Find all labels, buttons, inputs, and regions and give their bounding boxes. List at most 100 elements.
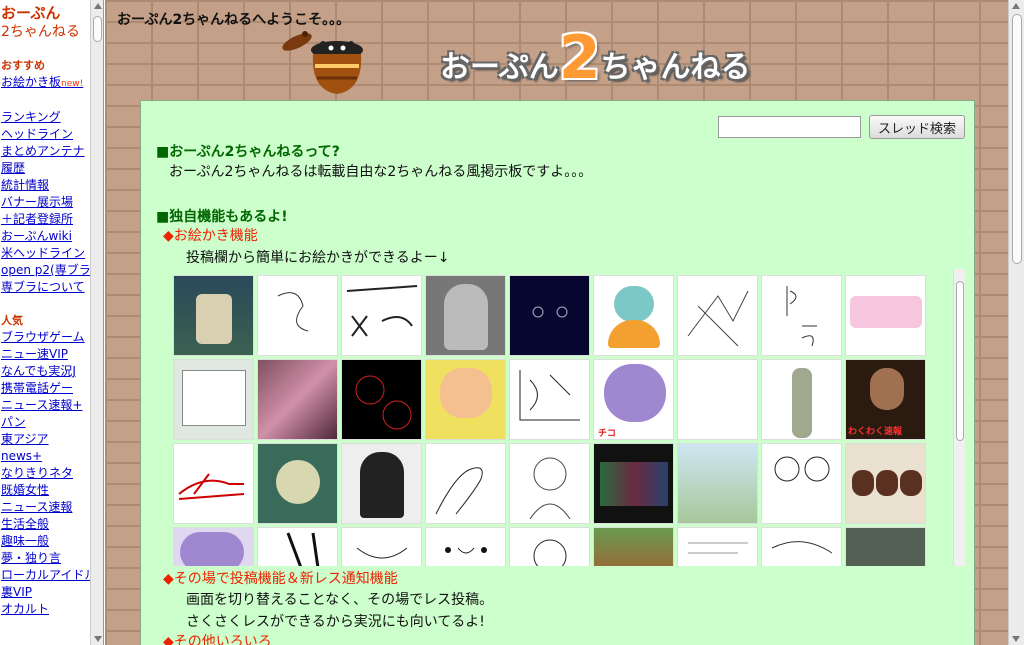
thumbnail[interactable] (677, 359, 758, 440)
thumbnail[interactable] (425, 527, 506, 566)
sidebar-item-east-asia[interactable]: 東アジア (0, 431, 103, 448)
thumbnail[interactable] (173, 527, 254, 566)
sidebar-item-newsplus[interactable]: ニュース速報+ (0, 397, 103, 414)
content-panel: スレッド検索 ■おーぷん2ちゃんねるって? おーぷん2ちゃんねるは転載自由な2ち… (140, 100, 975, 645)
thumbnail[interactable] (761, 443, 842, 524)
sidebar-item-oekaki[interactable]: お絵かき板new! (0, 74, 103, 93)
thumbnail[interactable] (593, 527, 674, 566)
thumbnail[interactable] (677, 527, 758, 566)
scrollbar-thumb[interactable] (1012, 14, 1022, 264)
section-about-body: おーぷん2ちゃんねるは転載自由な2ちゃんねる風掲示板ですよ。。。 (169, 164, 593, 180)
sidebar-item-label: お絵かき板 (1, 75, 62, 89)
thumbnail[interactable] (845, 527, 926, 566)
thumbnail[interactable] (341, 527, 422, 566)
thumbnail[interactable] (761, 527, 842, 566)
thumbnail[interactable] (509, 443, 590, 524)
feature-oekaki-body: 投稿欄から簡単にお絵かきができるよー↓ (186, 250, 450, 266)
thumbnail[interactable] (173, 359, 254, 440)
thumbnail[interactable] (425, 275, 506, 356)
thumbnail[interactable]: わくわく速報 (845, 359, 926, 440)
thumbnail[interactable] (341, 275, 422, 356)
sidebar-brand-title[interactable]: おーぷん (0, 0, 103, 23)
scroll-up-arrow-icon[interactable] (94, 3, 102, 9)
sidebar-item-life[interactable]: 生活全般 (0, 516, 103, 533)
thumbnail[interactable] (761, 275, 842, 356)
sidebar-item-us-headline[interactable]: 米ヘッドライン (0, 245, 103, 262)
sidebar-item-history[interactable]: 履歴 (0, 160, 103, 177)
sidebar-item-dream[interactable]: 夢・独り言 (0, 550, 103, 567)
feature-post-title: ◆その場で投稿機能＆新レス通知機能 (163, 571, 398, 587)
sidebar-item-occult[interactable]: オカルト (0, 601, 103, 618)
sidebar-item-hobby[interactable]: 趣味一般 (0, 533, 103, 550)
thumbnail[interactable] (341, 443, 422, 524)
thumbnail[interactable]: チコ (593, 359, 674, 440)
sidebar-item-local-idol[interactable]: ローカルアイドル (0, 567, 103, 584)
welcome-text: おーぷん2ちゃんねるへようこそ。。。 (117, 12, 351, 28)
thumbnail[interactable] (845, 275, 926, 356)
feature-post-body1: 画面を切り替えることなく、その場でレス投稿。 (186, 592, 494, 608)
gallery-scrollbar[interactable] (953, 269, 965, 566)
new-badge: new! (61, 79, 84, 89)
sidebar-item-ranking[interactable]: ランキング (0, 109, 103, 126)
thumbnail[interactable] (509, 275, 590, 356)
sidebar-item-open-p2[interactable]: open p2(専ブラ) (0, 262, 103, 279)
scrollbar-thumb[interactable] (93, 16, 102, 42)
thumbnail[interactable] (761, 359, 842, 440)
thumbnail[interactable] (845, 443, 926, 524)
feature-other-title: ◆その他いろいろ (163, 634, 272, 645)
logo-text-open: おーぷん (440, 50, 559, 85)
sidebar-item-reporter[interactable]: ＋記者登録所 (0, 211, 103, 228)
thumbnail[interactable] (173, 275, 254, 356)
thread-search: スレッド検索 (717, 115, 965, 139)
sidebar-item-ura-vip[interactable]: 裏VIP (0, 584, 103, 601)
thumbnail[interactable] (341, 359, 422, 440)
sidebar-item-headline[interactable]: ヘッドライン (0, 126, 103, 143)
scroll-up-arrow-icon[interactable] (1012, 3, 1020, 9)
sidebar-scrollbar[interactable] (90, 0, 103, 645)
sidebar-item-pan[interactable]: パン (0, 414, 103, 431)
scroll-down-arrow-icon[interactable] (94, 636, 102, 642)
sidebar-item-browser-game[interactable]: ブラウザゲーム (0, 329, 103, 346)
main-scrollbar[interactable] (1008, 0, 1024, 645)
logo-text-channel: ちゃんねる (600, 50, 751, 85)
thumbnail[interactable] (593, 443, 674, 524)
thumbnail[interactable] (677, 275, 758, 356)
oekaki-gallery: チコ わくわく速報 (171, 269, 969, 566)
sidebar-item-narikiri[interactable]: なりきりネタ (0, 465, 103, 482)
thumbnail[interactable] (425, 359, 506, 440)
thumbnail[interactable] (257, 443, 338, 524)
thumbnail[interactable] (257, 527, 338, 566)
thumbnail[interactable] (593, 275, 674, 356)
sidebar-item-livejupiter[interactable]: なんでも実況J (0, 363, 103, 380)
sidebar-item-wiki[interactable]: おーぷんwiki (0, 228, 103, 245)
sidebar-item-news-flash[interactable]: ニュース速報 (0, 499, 103, 516)
sidebar-item-mobile-game[interactable]: 携帯電話ゲー (0, 380, 103, 397)
scroll-down-arrow-icon[interactable] (1012, 636, 1020, 642)
sidebar-item-news-plus2[interactable]: news+ (0, 448, 103, 465)
thread-search-button[interactable]: スレッド検索 (868, 115, 965, 139)
logo-digit: 2 (558, 23, 601, 93)
thumbnail[interactable] (173, 443, 254, 524)
sidebar-item-senbura[interactable]: 専ブラについて (0, 279, 103, 296)
thumbnail-caption: チコ (598, 429, 617, 439)
site-logo[interactable]: おーぷん2ちゃんねる (440, 28, 751, 90)
thumbnail[interactable] (677, 443, 758, 524)
section-features-heading: ■独自機能もあるよ! (156, 209, 288, 225)
sidebar-brand-subtitle[interactable]: 2ちゃんねる (0, 23, 103, 41)
thumbnail[interactable] (257, 359, 338, 440)
sidebar-item-vip[interactable]: ニュー速VIP (0, 346, 103, 363)
thumbnail[interactable] (425, 443, 506, 524)
search-input[interactable] (717, 116, 861, 138)
gallery-scroll-thumb[interactable] (956, 281, 964, 441)
thumbnail[interactable] (257, 275, 338, 356)
thumbnail-caption: わくわく速報 (848, 427, 903, 437)
sidebar-item-banner[interactable]: バナー展示場 (0, 194, 103, 211)
feature-oekaki-title: ◆お絵かき機能 (163, 228, 258, 244)
sidebar-recommend-heading: おすすめ (1, 59, 45, 72)
sidebar-item-married[interactable]: 既婚女性 (0, 482, 103, 499)
sidebar-item-matome-antenna[interactable]: まとめアンテナ (0, 143, 103, 160)
thumbnail[interactable] (509, 527, 590, 566)
sidebar-popular-heading: 人気 (1, 314, 23, 327)
thumbnail[interactable] (509, 359, 590, 440)
sidebar-item-stats[interactable]: 統計情報 (0, 177, 103, 194)
